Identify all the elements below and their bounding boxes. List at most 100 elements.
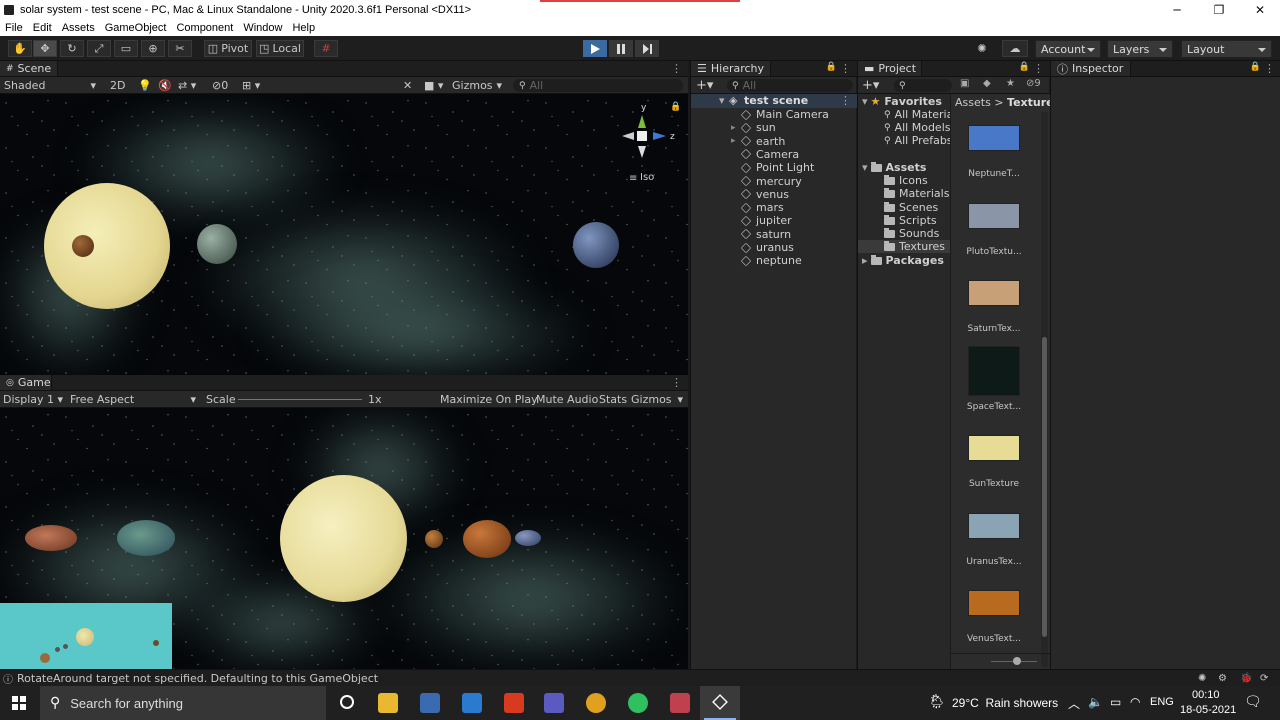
folder-materials[interactable]: Materials <box>884 187 949 200</box>
inspector-menu-icon[interactable]: ⋮ <box>1264 62 1275 75</box>
favorite-all-models[interactable]: ⚲ All Models <box>884 121 951 134</box>
hierarchy-item[interactable]: mercury <box>691 175 802 188</box>
hierarchy-item[interactable]: jupiter <box>691 214 792 227</box>
camera-dropdown-icon[interactable]: ■ ▾ <box>424 77 443 93</box>
hierarchy-item[interactable]: ▸ earth <box>691 135 785 148</box>
lock-icon[interactable]: 🔒 <box>1250 62 1261 72</box>
chevron-up-icon[interactable]: ︿ <box>1068 695 1080 712</box>
weather-text[interactable]: 29°C Rain showers <box>952 696 1058 710</box>
maximize-on-play-toggle[interactable]: Maximize On Play <box>440 391 538 407</box>
brave-icon[interactable] <box>670 693 690 713</box>
hierarchy-item[interactable]: venus <box>691 188 789 201</box>
grid-snap-button[interactable]: # <box>314 40 338 57</box>
gizmos-dropdown[interactable]: Gizmos ▾ <box>452 77 502 93</box>
clock-time[interactable]: 00:10 <box>1192 689 1220 701</box>
layers-dropdown[interactable]: Layers <box>1107 40 1173 58</box>
step-button[interactable] <box>635 40 659 57</box>
lock-icon[interactable]: 🔒 <box>1019 62 1030 72</box>
scene-root-row[interactable]: ▾ ◈ test scene ⋮ <box>691 94 857 108</box>
folder-sounds[interactable]: Sounds <box>884 227 939 240</box>
local-toggle[interactable]: ◳ Local <box>256 40 304 57</box>
packages-row[interactable]: ▸ Packages <box>862 254 944 267</box>
lighting-toggle-icon[interactable]: 💡 <box>138 77 152 93</box>
zoom-slider-handle[interactable] <box>1013 657 1021 665</box>
cortana-icon[interactable] <box>340 695 354 709</box>
folder-scripts[interactable]: Scripts <box>884 214 937 227</box>
favorite-all-materials[interactable]: ⚲ All Materia <box>884 108 953 121</box>
hidden-packages-toggle[interactable]: ⊘9 <box>1026 78 1041 89</box>
hierarchy-search-input[interactable]: ⚲ All <box>727 79 853 92</box>
folder-icons[interactable]: Icons <box>884 174 928 187</box>
filter-label-icon[interactable]: ◆ <box>983 78 991 89</box>
tab-hierarchy[interactable]: ☰ Hierarchy <box>691 61 771 76</box>
2d-toggle[interactable]: 2D <box>110 77 125 93</box>
assets-row[interactable]: ▾ Assets <box>862 161 926 174</box>
gizmo-lock-icon[interactable]: 🔒 <box>670 102 681 112</box>
transform-tool-button[interactable]: ⊕ <box>141 40 165 57</box>
clock-date[interactable]: 18-05-2021 <box>1180 704 1236 716</box>
collab-icon[interactable]: ✺ <box>970 40 994 57</box>
pause-button[interactable] <box>609 40 633 57</box>
cloud-button[interactable]: ☁ <box>1002 40 1028 57</box>
hierarchy-item[interactable]: Point Light <box>691 161 814 174</box>
project-menu-icon[interactable]: ⋮ <box>1033 62 1044 75</box>
tab-game[interactable]: ◎ Game <box>0 375 52 390</box>
scene-sun[interactable] <box>44 183 170 309</box>
expand-arrow-icon[interactable]: ▸ <box>862 254 868 267</box>
tab-inspector[interactable]: ⓘ Inspector <box>1051 61 1131 76</box>
asset-scrollbar[interactable] <box>1041 112 1048 667</box>
status-bar[interactable]: ⓘ RotateAround target not specified. Def… <box>0 669 1280 686</box>
debug-icon[interactable]: 🐞 <box>1240 673 1252 684</box>
teams-icon[interactable] <box>544 693 564 713</box>
scale-tool-button[interactable]: ⤢ <box>87 40 111 57</box>
effects-dropdown-icon[interactable]: ⇄ ▾ <box>178 77 196 93</box>
favorite-all-prefabs[interactable]: ⚲ All Prefabs <box>884 134 953 147</box>
tools-icon[interactable]: ✕ <box>403 77 412 93</box>
scene-neptune[interactable] <box>573 222 619 268</box>
texture-thumbnail[interactable]: PlutoTextu... <box>966 202 1022 257</box>
tab-project[interactable]: ▬ Project <box>858 61 922 76</box>
texture-thumbnail[interactable]: UranusTex... <box>966 512 1022 567</box>
notification-icon[interactable]: 🗨 <box>1244 694 1262 710</box>
file-explorer-icon[interactable] <box>378 693 398 713</box>
close-button[interactable]: ✕ <box>1240 0 1280 19</box>
rotate-tool-button[interactable]: ↻ <box>60 40 84 57</box>
taskbar-search-box[interactable]: ⚲ Search for anything <box>40 686 326 720</box>
project-search-input[interactable]: ⚲ <box>894 79 952 92</box>
hierarchy-item[interactable]: Main Camera <box>691 108 829 121</box>
breadcrumb-assets[interactable]: Assets <box>955 96 991 109</box>
auto-generate-icon[interactable]: ⟳ <box>1260 673 1268 684</box>
weather-icon[interactable]: 🌦 <box>928 694 946 710</box>
hierarchy-item[interactable]: saturn <box>691 228 791 241</box>
scene-menu-icon[interactable]: ⋮ <box>840 94 851 107</box>
texture-thumbnail[interactable]: VenusText... <box>967 590 1021 644</box>
expand-arrow-icon[interactable]: ▸ <box>731 123 736 133</box>
expand-arrow-icon[interactable]: ▸ <box>731 136 736 146</box>
hand-tool-button[interactable]: ✋ <box>8 40 32 57</box>
audio-toggle-icon[interactable]: 🔇 <box>158 77 172 93</box>
grid-dropdown-icon[interactable]: ⊞ ▾ <box>242 77 260 93</box>
texture-thumbnail[interactable]: SaturnTex... <box>968 280 1020 334</box>
play-button[interactable] <box>583 40 607 57</box>
scale-slider[interactable] <box>238 391 362 407</box>
scene-tab-menu-icon[interactable]: ⋮ <box>671 62 682 75</box>
layout-dropdown[interactable]: Layout <box>1181 40 1272 58</box>
move-tool-button[interactable]: ✥ <box>33 40 57 57</box>
menu-file[interactable]: File <box>0 22 28 34</box>
folder-textures[interactable]: Textures <box>858 240 950 253</box>
mail-icon[interactable] <box>462 693 482 713</box>
unity-taskbar-button[interactable] <box>700 686 740 720</box>
pivot-toggle[interactable]: ◫ Pivot <box>204 40 252 57</box>
rect-tool-button[interactable]: ▭ <box>114 40 138 57</box>
menu-help[interactable]: Help <box>287 22 320 34</box>
scene-mercury[interactable] <box>72 235 94 257</box>
scene-search-input[interactable]: ⚲ All <box>513 79 683 92</box>
projection-label[interactable]: Iso <box>640 172 654 183</box>
hierarchy-item[interactable]: uranus <box>691 241 794 254</box>
custom-tool-button[interactable]: ✂ <box>168 40 192 57</box>
hidden-objects-toggle[interactable]: ⊘ 0 <box>212 77 228 93</box>
network-icon[interactable]: ◠ <box>1130 695 1140 709</box>
aspect-dropdown[interactable]: Free Aspect ▾ <box>70 391 198 407</box>
hierarchy-item[interactable]: Camera <box>691 148 799 161</box>
windows-start-icon[interactable] <box>12 696 26 710</box>
